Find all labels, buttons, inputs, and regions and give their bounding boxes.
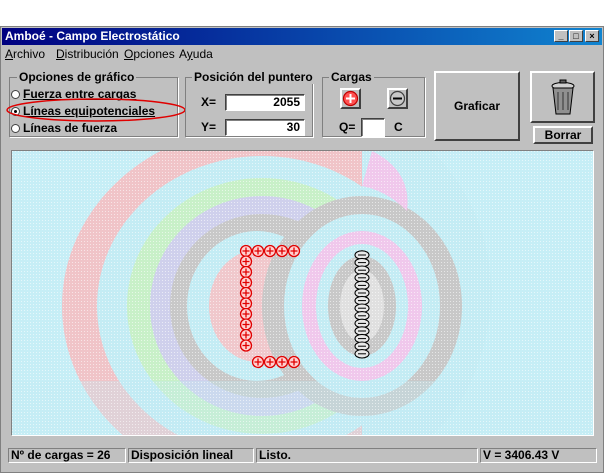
positive-charge-icon[interactable] (239, 244, 253, 258)
title-bar: Amboé - Campo Electrostático _ □ × (2, 28, 602, 45)
graph-options-title: Opciones de gráfico (17, 70, 137, 84)
add-negative-charge-button[interactable] (387, 88, 408, 109)
layout-status: Disposición lineal (128, 448, 254, 463)
positive-charge-icon[interactable] (275, 244, 289, 258)
equipotential-plot[interactable] (11, 150, 594, 436)
positive-charge-icon[interactable] (239, 276, 253, 289)
positive-charge-icon[interactable] (287, 244, 301, 258)
charge-value-input[interactable] (361, 118, 385, 137)
positive-charge-icon[interactable] (239, 318, 253, 331)
trash-button[interactable] (530, 71, 595, 123)
positive-charge-icon[interactable] (239, 286, 253, 300)
menu-opciones[interactable]: Opciones (124, 47, 175, 61)
pointer-title: Posición del puntero (192, 70, 315, 84)
field-canvas (12, 151, 593, 435)
minimize-button[interactable]: _ (554, 30, 568, 42)
x-value-field: 2055 (225, 94, 305, 111)
positive-charge-icon[interactable] (251, 355, 265, 369)
positive-charge-icon[interactable] (275, 355, 289, 369)
charge-count-status: Nº de cargas = 26 (8, 448, 126, 463)
maximize-button[interactable]: □ (569, 30, 583, 42)
negative-charge-icon[interactable] (354, 349, 370, 359)
menu-distribucion[interactable]: Distribución (56, 47, 119, 61)
close-button[interactable]: × (585, 30, 599, 42)
trash-can-icon (551, 79, 574, 115)
positive-charge-icon[interactable] (239, 339, 253, 352)
plus-circle-icon (342, 90, 359, 107)
highlight-ellipse (6, 98, 186, 122)
positive-charge-icon[interactable] (239, 328, 253, 342)
charges-title: Cargas (329, 70, 374, 84)
positive-charge-icon[interactable] (251, 244, 265, 258)
voltage-status: V = 3406.43 V (480, 448, 597, 463)
positive-charge-icon[interactable] (239, 265, 253, 279)
positive-charge-icon[interactable] (239, 297, 253, 310)
positive-charge-icon[interactable] (263, 355, 277, 369)
positive-charge-icon[interactable] (239, 255, 253, 268)
borrar-button[interactable]: Borrar (533, 126, 593, 144)
menu-ayuda[interactable]: Ayuda (179, 47, 213, 61)
graficar-button[interactable]: Graficar (434, 71, 520, 141)
y-value-field: 30 (225, 119, 305, 136)
radio-unchecked-icon (11, 124, 20, 133)
charge-unit: C (394, 120, 403, 134)
positive-charge-icon[interactable] (239, 307, 253, 321)
positive-charge-icon[interactable] (287, 355, 301, 369)
minus-circle-icon (389, 90, 406, 107)
y-label: Y= (201, 120, 217, 134)
window-title: Amboé - Campo Electrostático (5, 29, 180, 43)
state-status: Listo. (256, 448, 478, 463)
menu-bar: Archivo Distribución Opciones Ayuda (2, 46, 602, 63)
main-window: Amboé - Campo Electrostático _ □ × Archi… (0, 26, 604, 473)
add-positive-charge-button[interactable] (340, 88, 361, 109)
menu-archivo[interactable]: Archivo (5, 47, 45, 61)
positive-charge-icon[interactable] (263, 244, 277, 258)
x-label: X= (201, 95, 217, 109)
q-label: Q= (339, 120, 356, 134)
